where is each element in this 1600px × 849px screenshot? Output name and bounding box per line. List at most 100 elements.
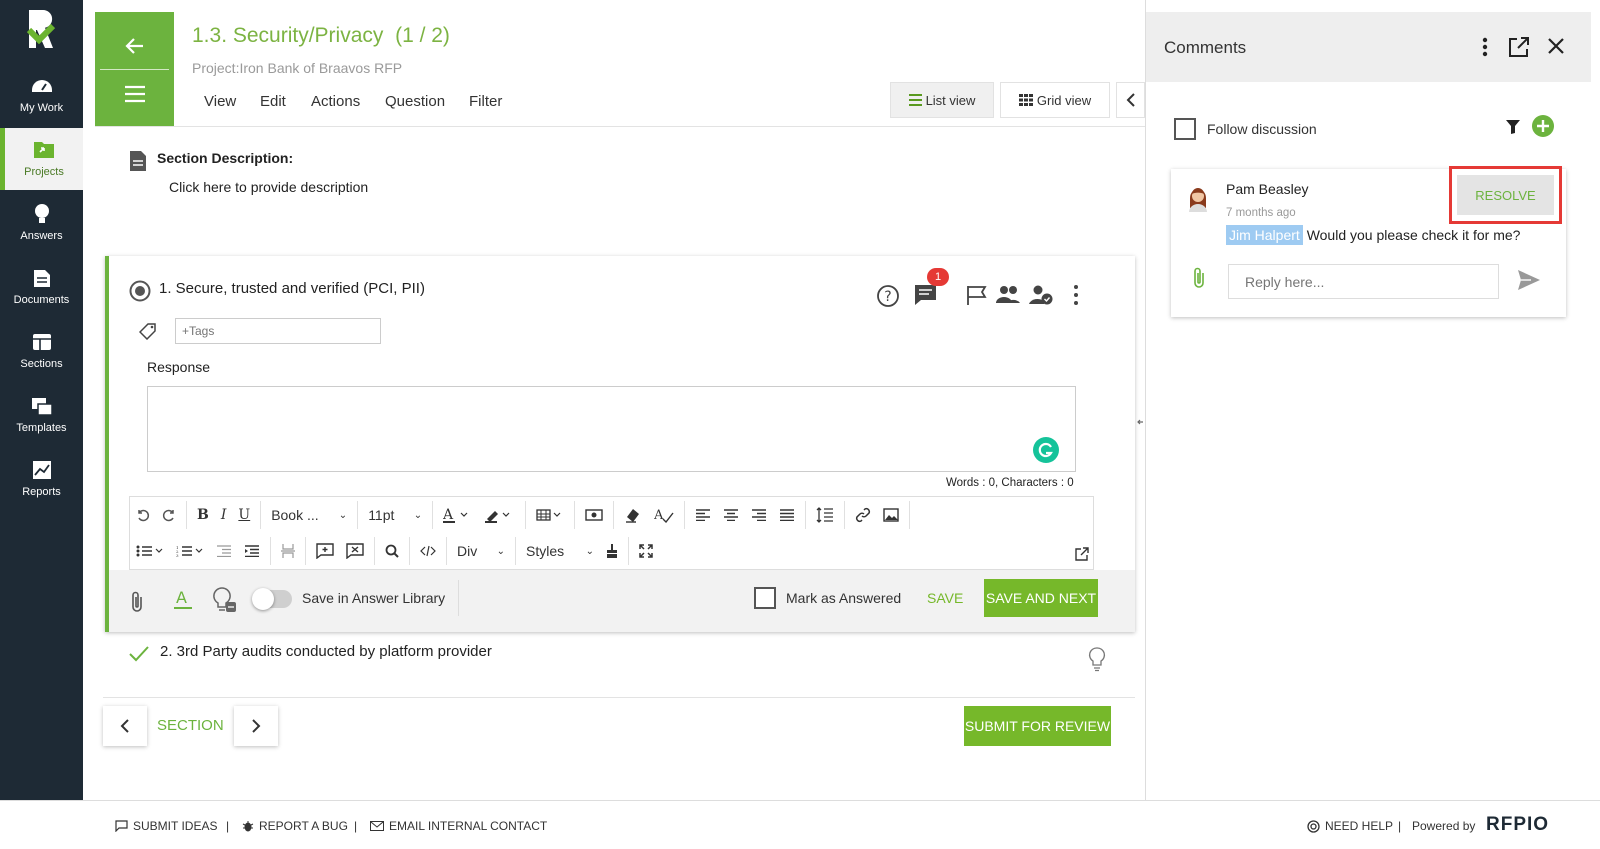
card-footer: A Save in Answer Library Mark as Answere… — [109, 570, 1135, 632]
bold-button[interactable]: B — [191, 497, 215, 533]
styles-select[interactable]: Styles ⌄ — [520, 533, 600, 569]
tags-input[interactable] — [175, 318, 381, 344]
indent-icon[interactable] — [238, 533, 266, 569]
hamburger-menu-icon[interactable] — [123, 84, 147, 104]
prev-section-button[interactable] — [103, 706, 147, 746]
save-library-toggle[interactable] — [252, 588, 292, 610]
mention-tag[interactable]: Jim Halpert — [1226, 225, 1303, 245]
media-icon[interactable] — [579, 497, 609, 533]
answer-library-bulb-icon[interactable] — [211, 586, 239, 614]
radio-selected-icon[interactable] — [129, 280, 151, 302]
sidebar-item-sections[interactable]: Sections — [0, 320, 83, 382]
comment-card: Pam Beasley 7 months ago Jim Halpert Wou… — [1171, 166, 1566, 317]
follow-discussion-checkbox[interactable] — [1174, 118, 1196, 140]
response-textarea[interactable] — [147, 386, 1076, 472]
document-icon — [30, 266, 54, 290]
back-arrow-icon[interactable] — [123, 34, 147, 58]
submit-ideas-link[interactable]: SUBMIT IDEAS — [115, 819, 217, 833]
menu-actions[interactable]: Actions — [311, 93, 360, 110]
lightbulb-outline-icon[interactable] — [1087, 646, 1107, 672]
font-family-select[interactable]: Book ... ⌄ — [265, 497, 353, 533]
underline-button[interactable]: U — [232, 497, 256, 533]
list-view-button[interactable]: List view — [890, 82, 994, 118]
collapse-panel-button[interactable] — [1116, 82, 1145, 118]
align-right-icon[interactable] — [745, 497, 773, 533]
link-icon[interactable] — [849, 497, 877, 533]
toolbar-row-1: B I U Book ... ⌄ 11pt ⌄ A A — [130, 497, 1093, 533]
undo-icon[interactable] — [130, 497, 156, 533]
spellcheck-icon[interactable]: A — [648, 497, 680, 533]
mark-answered-checkbox[interactable] — [754, 587, 776, 609]
popout-editor-icon[interactable] — [1075, 547, 1089, 561]
insert-comment-icon[interactable] — [310, 533, 340, 569]
text-color-icon[interactable]: A — [173, 588, 193, 610]
attachment-icon[interactable] — [129, 590, 145, 614]
menu-view[interactable]: View — [204, 93, 236, 110]
save-and-next-button[interactable]: SAVE AND NEXT — [984, 579, 1098, 617]
line-height-icon[interactable] — [810, 497, 840, 533]
question-title: 1. Secure, trusted and verified (PCI, PI… — [159, 280, 425, 297]
fullscreen-icon[interactable] — [633, 533, 659, 569]
attachment-icon[interactable] — [1191, 266, 1207, 290]
image-icon[interactable] — [877, 497, 905, 533]
question-2-title[interactable]: 2. 3rd Party audits conducted by platfor… — [160, 643, 492, 660]
users-icon[interactable] — [995, 284, 1021, 306]
more-options-icon[interactable] — [1482, 37, 1488, 57]
source-code-icon[interactable] — [414, 533, 442, 569]
remove-comment-icon[interactable] — [340, 533, 370, 569]
menu-question[interactable]: Question — [385, 93, 445, 110]
sidebar-item-documents[interactable]: Documents — [0, 256, 83, 318]
sidebar-item-answers[interactable]: Answers — [0, 192, 83, 254]
menu-filter[interactable]: Filter — [469, 93, 502, 110]
next-section-button[interactable] — [234, 706, 278, 746]
grid-view-button[interactable]: Grid view — [1000, 82, 1110, 118]
sidebar-item-projects[interactable]: Projects — [0, 128, 83, 190]
font-size-select[interactable]: 11pt ⌄ — [362, 497, 428, 533]
email-contact-link[interactable]: EMAIL INTERNAL CONTACT — [370, 819, 547, 833]
bullet-list-icon[interactable] — [130, 533, 170, 569]
toolbar-separator — [628, 537, 629, 565]
comments-title: Comments — [1164, 38, 1247, 57]
align-justify-icon[interactable] — [773, 497, 801, 533]
page-break-icon[interactable] — [275, 533, 301, 569]
user-verified-icon[interactable] — [1028, 284, 1054, 306]
redo-icon[interactable] — [156, 497, 182, 533]
resolve-button[interactable]: RESOLVE — [1457, 175, 1554, 215]
section-description-placeholder[interactable]: Click here to provide description — [169, 179, 368, 195]
sidebar-item-reports[interactable]: Reports — [0, 448, 83, 510]
filter-icon[interactable] — [1506, 120, 1520, 134]
submit-for-review-button[interactable]: SUBMIT FOR REVIEW — [964, 706, 1111, 746]
align-left-icon[interactable] — [689, 497, 717, 533]
open-external-icon[interactable] — [1508, 36, 1530, 58]
highlight-color-icon[interactable] — [479, 497, 521, 533]
more-options-icon[interactable] — [1072, 284, 1080, 306]
italic-button[interactable]: I — [215, 497, 233, 533]
align-center-icon[interactable] — [717, 497, 745, 533]
close-icon[interactable] — [1547, 37, 1565, 55]
save-button[interactable]: SAVE — [927, 590, 963, 606]
sidebar-item-templates[interactable]: Templates — [0, 384, 83, 446]
table-icon[interactable] — [530, 497, 570, 533]
find-icon[interactable] — [379, 533, 405, 569]
reply-input[interactable] — [1228, 264, 1499, 299]
add-comment-icon[interactable] — [1532, 115, 1554, 137]
toolbar-separator — [613, 501, 615, 529]
message-icon — [115, 820, 128, 832]
help-icon[interactable]: ? — [876, 284, 900, 308]
send-icon[interactable] — [1517, 269, 1541, 291]
menu-edit[interactable]: Edit — [260, 93, 286, 110]
block-format-select[interactable]: Div ⌄ — [451, 533, 511, 569]
app-logo[interactable] — [26, 8, 56, 50]
sidebar-item-my-work[interactable]: My Work — [0, 64, 83, 126]
flag-icon[interactable] — [965, 284, 989, 306]
need-help-link[interactable]: NEED HELP — [1307, 819, 1393, 833]
clear-format-icon[interactable] — [618, 497, 648, 533]
numbered-list-icon[interactable]: 123 — [170, 533, 210, 569]
report-bug-link[interactable]: REPORT A BUG — [242, 819, 348, 833]
outdent-icon[interactable] — [210, 533, 238, 569]
toolbar-separator — [357, 501, 359, 529]
grammarly-icon[interactable] — [1033, 437, 1059, 463]
format-painter-icon[interactable] — [600, 533, 624, 569]
font-color-icon[interactable]: A — [437, 497, 479, 533]
footer: SUBMIT IDEAS | REPORT A BUG | EMAIL INTE… — [0, 800, 1600, 849]
